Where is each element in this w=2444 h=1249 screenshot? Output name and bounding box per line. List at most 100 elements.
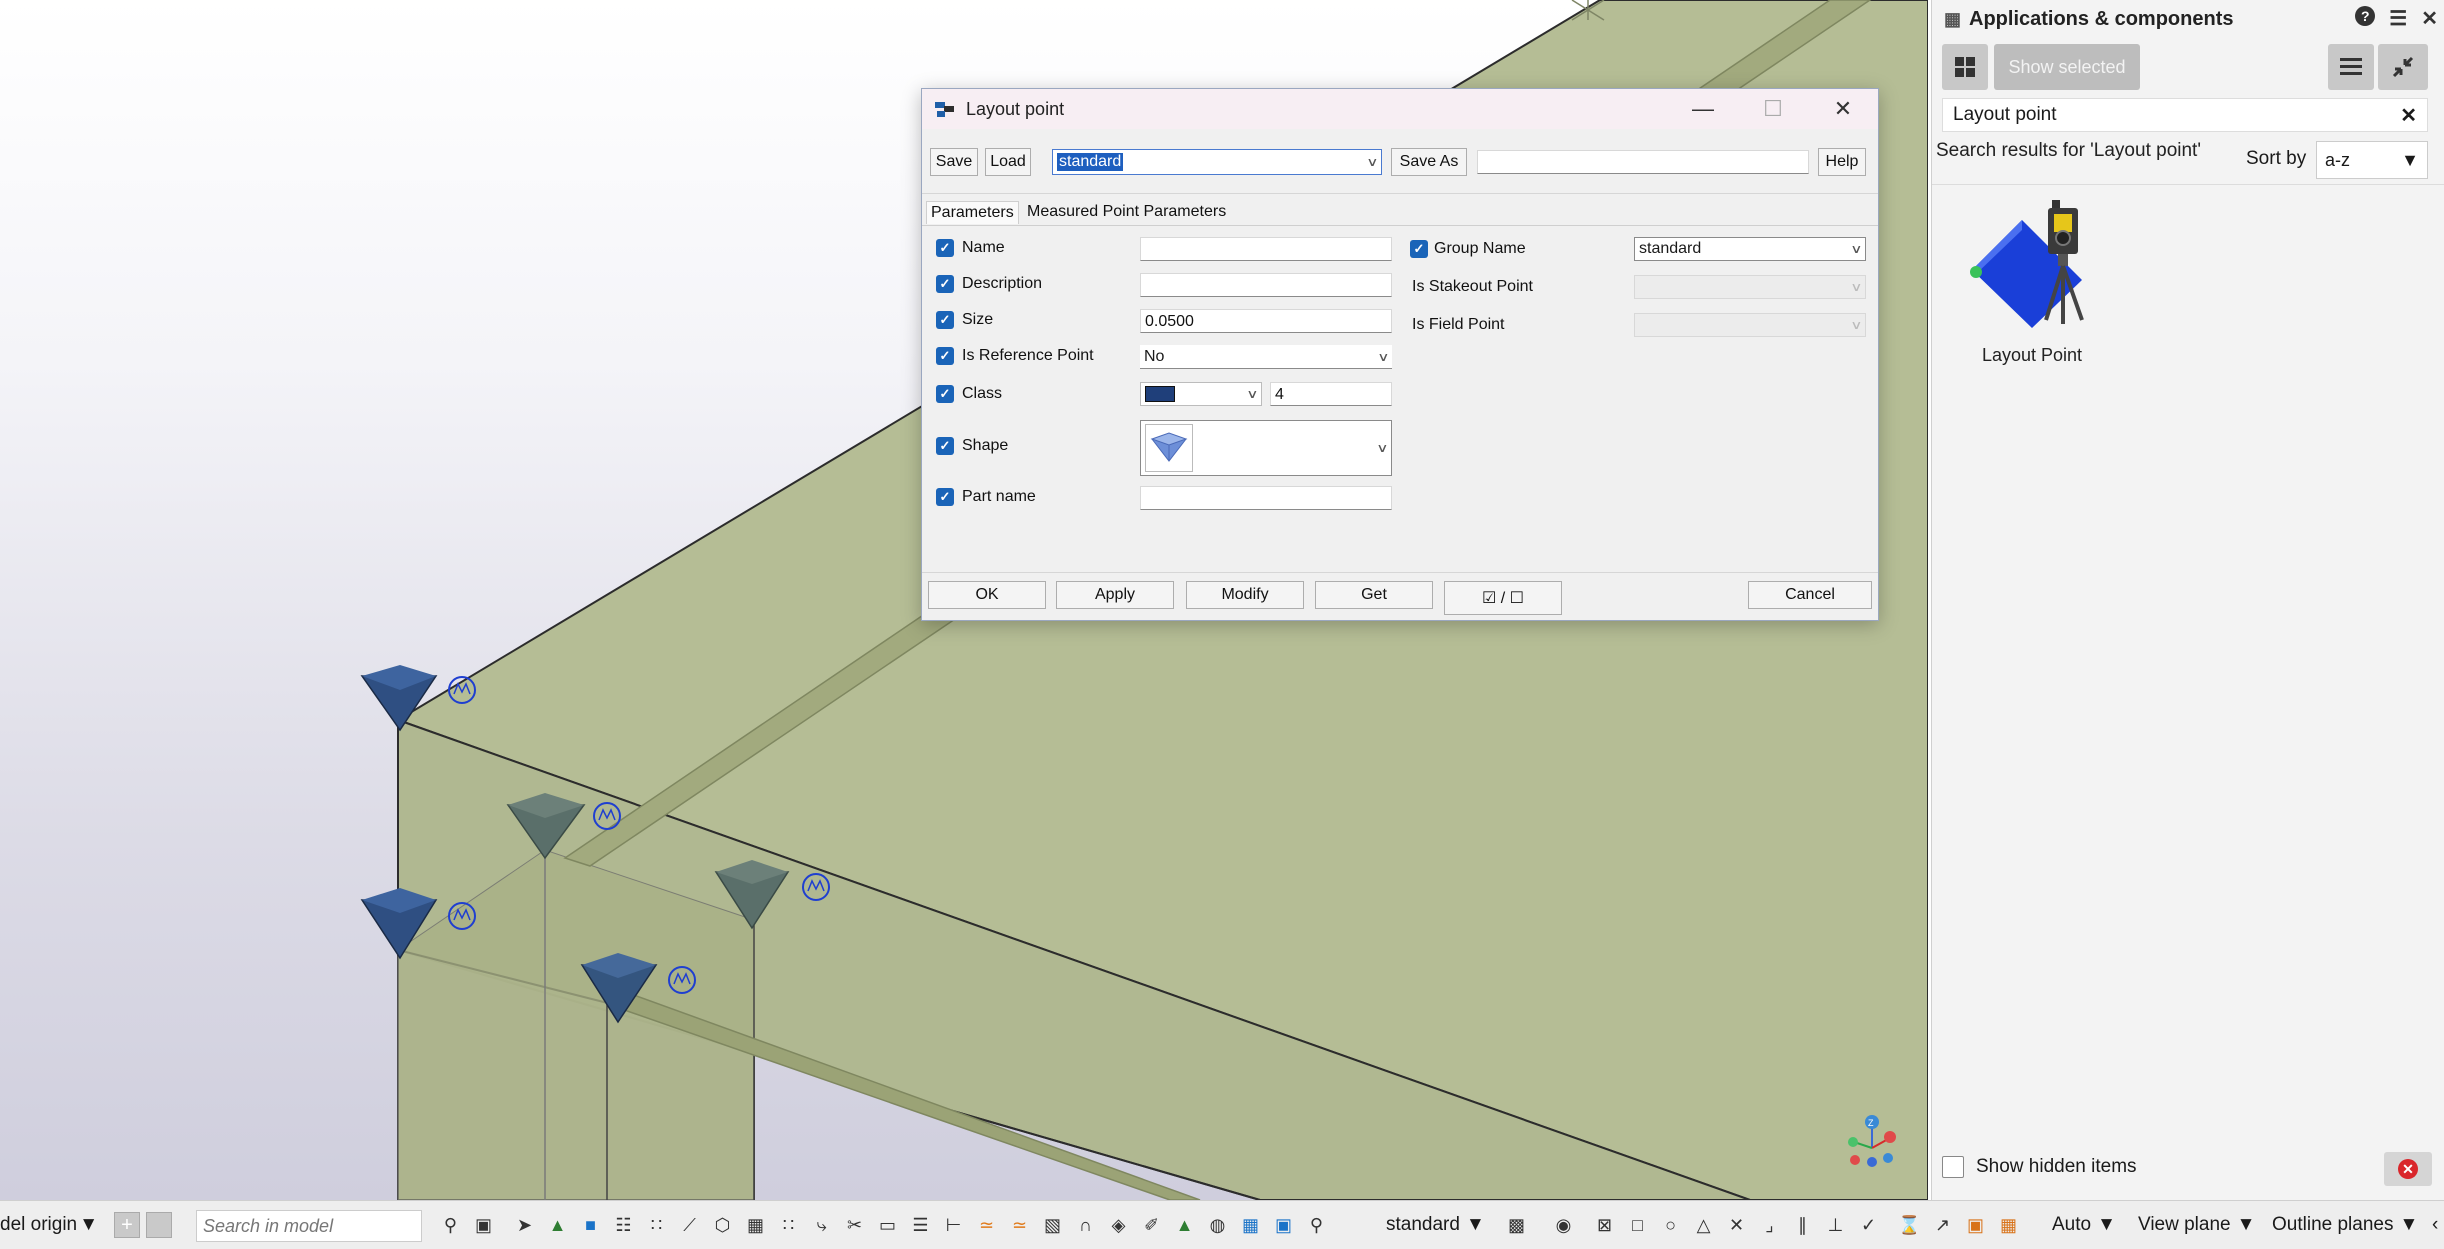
layers-icon[interactable]: ◈ xyxy=(1104,1210,1133,1240)
show-hidden-checkbox[interactable] xyxy=(1942,1156,1964,1178)
clear-search-icon[interactable]: ✕ xyxy=(2400,103,2417,128)
pin-icon[interactable]: ☰ xyxy=(2389,6,2407,31)
grid-view-button[interactable] xyxy=(1942,44,1988,90)
view-filter-select[interactable]: standard ▼ xyxy=(1386,1209,1490,1241)
modify-button[interactable]: Modify xyxy=(1186,581,1304,609)
checker-icon[interactable]: ▩ xyxy=(1502,1210,1531,1240)
part-name-checkbox[interactable]: ✓ xyxy=(936,488,954,506)
triangle-icon[interactable]: △ xyxy=(1689,1210,1718,1240)
show-selected-button[interactable]: Show selected xyxy=(1994,44,2140,90)
class-number-field[interactable]: 4 xyxy=(1270,382,1392,406)
measure-icon[interactable]: ⊢ xyxy=(939,1210,968,1240)
help-icon[interactable]: ? xyxy=(2355,6,2376,26)
size-checkbox[interactable]: ✓ xyxy=(936,311,954,329)
parallel-icon[interactable]: ∥ xyxy=(1788,1210,1817,1240)
perpendicular-icon[interactable]: ⊥ xyxy=(1821,1210,1850,1240)
component-search-input[interactable]: Layout point ✕ xyxy=(1942,98,2428,132)
zoom-selected-icon[interactable]: ▣ xyxy=(469,1210,498,1240)
plane-lock-button[interactable] xyxy=(146,1212,172,1238)
part-name-field[interactable] xyxy=(1140,486,1392,510)
corner-icon[interactable]: ⌟ xyxy=(1755,1210,1784,1240)
close-button[interactable]: ✕ xyxy=(1808,89,1878,129)
save-as-button[interactable]: Save As xyxy=(1391,148,1467,176)
tab-measured-point-parameters[interactable]: Measured Point Parameters xyxy=(1023,201,1230,223)
preset-combo[interactable]: standard ∨ xyxy=(1052,149,1382,175)
arrow-diagonal-icon[interactable]: ↗ xyxy=(1928,1210,1957,1240)
points-icon[interactable]: ∷ xyxy=(774,1210,803,1240)
group-name-checkbox[interactable]: ✓ xyxy=(1410,240,1428,258)
description-field[interactable] xyxy=(1140,273,1392,297)
description-checkbox[interactable]: ✓ xyxy=(936,275,954,293)
magnet-icon[interactable]: ∩ xyxy=(1071,1210,1100,1240)
outline-planes-select[interactable]: Outline planes ▼ xyxy=(2272,1209,2418,1241)
size-field[interactable]: 0.0500 xyxy=(1140,309,1392,333)
snap-orthogonal-icon[interactable]: ≃ xyxy=(1005,1210,1034,1240)
eye-icon[interactable]: ◉ xyxy=(1549,1210,1578,1240)
dialog-titlebar[interactable]: Layout point — ☐ ✕ xyxy=(922,89,1878,129)
apply-button[interactable]: Apply xyxy=(1056,581,1174,609)
grid-snap-icon[interactable]: ▦ xyxy=(741,1210,770,1240)
show-hidden-toggle[interactable]: Show hidden items xyxy=(1942,1156,2137,1178)
select-objects-icon[interactable]: ■ xyxy=(576,1210,605,1240)
get-button[interactable]: Get xyxy=(1315,581,1433,609)
auto-select[interactable]: Auto ▼ xyxy=(2052,1209,2116,1241)
model-viewport[interactable]: Z Layout point — ☐ ✕ Save Load standard … xyxy=(0,0,1928,1200)
select-parts-icon[interactable]: ▲ xyxy=(543,1210,572,1240)
collapse-button[interactable] xyxy=(2378,44,2428,90)
tab-parameters[interactable]: Parameters xyxy=(926,201,1019,224)
help-button[interactable]: Help xyxy=(1818,148,1866,176)
load-button[interactable]: Load xyxy=(985,148,1031,176)
cut-icon[interactable]: ✂ xyxy=(840,1210,869,1240)
is-field-select[interactable]: ∨ xyxy=(1634,313,1866,337)
cancel-button[interactable]: Cancel xyxy=(1748,581,1872,609)
drawing-icon[interactable]: ▧ xyxy=(1038,1210,1067,1240)
component-item-layout-point[interactable]: Layout Point xyxy=(1952,200,2112,366)
is-stakeout-select[interactable]: ∨ xyxy=(1634,275,1866,299)
name-checkbox[interactable]: ✓ xyxy=(936,239,954,257)
select-filter-icon[interactable]: ☷ xyxy=(609,1210,638,1240)
snap-midpoint-icon[interactable]: ≃ xyxy=(972,1210,1001,1240)
save-button[interactable]: Save xyxy=(930,148,978,176)
square-icon[interactable]: □ xyxy=(1623,1210,1652,1240)
maximize-button[interactable]: ☐ xyxy=(1738,89,1808,129)
orange-frame-icon[interactable]: ▦ xyxy=(1994,1210,2023,1240)
clear-filter-button[interactable]: ✕ xyxy=(2384,1152,2432,1186)
bounding-icon[interactable]: ▦ xyxy=(1236,1210,1265,1240)
list-view-button[interactable] xyxy=(2328,44,2374,90)
search-icon[interactable]: ⚲ xyxy=(436,1210,465,1240)
shape-select[interactable]: ∨ xyxy=(1140,420,1392,476)
minimize-button[interactable]: — xyxy=(1668,89,1738,129)
ok-button[interactable]: OK xyxy=(928,581,1046,609)
toggle-checkboxes-button[interactable]: ☑ / ☐ xyxy=(1444,581,1562,615)
phase-icon[interactable]: ▲ xyxy=(1170,1210,1199,1240)
is-reference-checkbox[interactable]: ✓ xyxy=(936,347,954,365)
x-box-icon[interactable]: ⊠ xyxy=(1590,1210,1619,1240)
view-icon[interactable]: ▭ xyxy=(873,1210,902,1240)
view-plane-select[interactable]: View plane ▼ xyxy=(2138,1209,2255,1241)
orange-box-icon[interactable]: ▣ xyxy=(1961,1210,1990,1240)
select-arrow-icon[interactable]: ➤ xyxy=(510,1210,539,1240)
close-icon[interactable]: ✕ xyxy=(2421,6,2438,31)
render-icon[interactable]: ◍ xyxy=(1203,1210,1232,1240)
toolbar-overflow[interactable]: ‹ xyxy=(2432,1209,2438,1241)
cross-icon[interactable]: ✕ xyxy=(1722,1210,1751,1240)
check-icon[interactable]: ✓ xyxy=(1854,1210,1883,1240)
sort-select[interactable]: a-z ▼ xyxy=(2316,141,2428,179)
work-area-icon[interactable]: ▣ xyxy=(1269,1210,1298,1240)
select-components-icon[interactable]: ∷ xyxy=(642,1210,671,1240)
save-as-name-field[interactable] xyxy=(1477,150,1809,174)
box-icon[interactable]: ⬡ xyxy=(708,1210,737,1240)
add-plane-button[interactable]: + xyxy=(114,1212,140,1238)
search-in-model-input[interactable]: Search in model xyxy=(196,1210,422,1242)
is-reference-select[interactable]: No ∨ xyxy=(1140,345,1392,369)
class-color-select[interactable]: ∨ xyxy=(1140,382,1262,406)
circle-icon[interactable]: ○ xyxy=(1656,1210,1685,1240)
align-icon[interactable]: ☰ xyxy=(906,1210,935,1240)
filter-icon[interactable]: ⌛ xyxy=(1895,1210,1924,1240)
name-field[interactable] xyxy=(1140,237,1392,261)
snap-icon[interactable]: ⤷ xyxy=(807,1210,836,1240)
inquire-icon[interactable]: ⚲ xyxy=(1302,1210,1331,1240)
line-icon[interactable]: ⟋ xyxy=(675,1210,704,1240)
class-checkbox[interactable]: ✓ xyxy=(936,385,954,403)
work-plane-select[interactable]: del origin ▼ xyxy=(0,1209,104,1241)
